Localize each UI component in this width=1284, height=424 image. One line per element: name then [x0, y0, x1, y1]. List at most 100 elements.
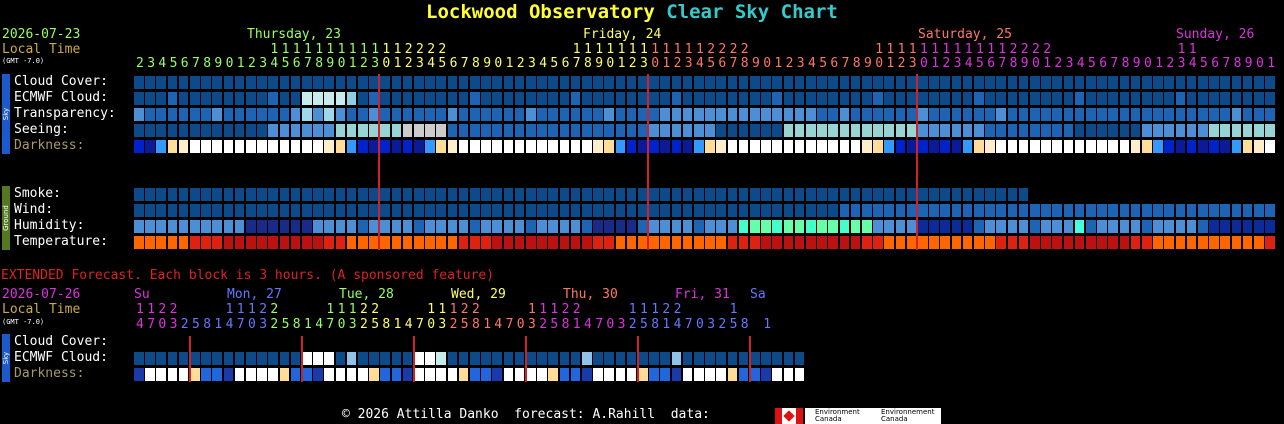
ecmwf-cloud-block	[1074, 92, 1085, 105]
seeing-block	[929, 124, 939, 137]
humidity-block	[1108, 220, 1119, 233]
smoke-block	[212, 188, 223, 201]
ext-darkness-block	[156, 368, 167, 381]
humidity-block	[649, 220, 659, 233]
hour-digit: 0	[1144, 56, 1152, 71]
hour-digit	[774, 43, 782, 57]
hour-digit: 9	[864, 56, 872, 71]
hour-digit	[1077, 43, 1085, 57]
transparency-block	[806, 108, 816, 121]
temperature-block	[1265, 236, 1275, 249]
darkness-block	[145, 140, 155, 153]
ecmwf-cloud-block	[884, 92, 895, 105]
humidity-block	[1175, 220, 1186, 233]
seeing-block	[1175, 124, 1186, 137]
humidity-block	[268, 220, 279, 233]
seeing-block	[178, 124, 189, 137]
wind-block	[974, 204, 984, 217]
ecmwf-cloud-block	[716, 92, 727, 105]
temperature-block	[402, 236, 413, 249]
humidity-block	[302, 220, 312, 233]
cloud-cover-block	[850, 76, 861, 89]
cloud-cover-block	[873, 76, 883, 89]
darkness-block	[1142, 140, 1152, 153]
humidity-block	[1164, 220, 1175, 233]
hour-digit: 7	[304, 56, 312, 71]
temperature-block	[772, 236, 783, 249]
ecmwf-cloud-block	[1063, 92, 1074, 105]
cloud-cover-block	[615, 76, 626, 89]
cloud-cover-block	[167, 76, 178, 89]
hour-digit: 1	[964, 42, 973, 57]
ecmwf-cloud-block	[201, 92, 211, 105]
temperature-block	[324, 236, 335, 249]
ext-darkness-block	[514, 368, 525, 381]
transparency-block	[1164, 108, 1175, 121]
temperature-block	[346, 236, 357, 249]
smoke-block	[671, 188, 682, 201]
wind-block	[1108, 204, 1119, 217]
transparency-block	[850, 108, 861, 121]
cloud-cover-block	[794, 76, 805, 89]
cloud-cover-block	[649, 76, 659, 89]
hour-digit: 1	[393, 56, 402, 71]
hour-digit	[1155, 43, 1163, 57]
seeing-block	[537, 124, 547, 137]
ecmwf-cloud-block	[1086, 92, 1096, 105]
darkness-block	[862, 140, 872, 153]
seeing-block	[996, 124, 1007, 137]
hour-digit: 1	[942, 42, 951, 57]
hour-digit: 1	[729, 302, 738, 317]
humidity-block	[783, 220, 794, 233]
ecmwf-cloud-block	[1164, 92, 1175, 105]
cloud-cover-block	[727, 76, 738, 89]
seeing-block	[772, 124, 783, 137]
wind-block	[559, 204, 570, 217]
cloud-cover-block	[257, 76, 267, 89]
seeing-block	[1007, 124, 1018, 137]
seeing-block	[335, 124, 346, 137]
hour-digit: 1	[539, 302, 548, 317]
ext-ecmwf-block	[346, 352, 357, 365]
ecmwf-cloud-block	[996, 92, 1007, 105]
darkness-block	[570, 140, 581, 153]
hour-digit: 8	[292, 317, 301, 332]
seeing-block	[1108, 124, 1119, 137]
cloud-cover-block	[201, 76, 211, 89]
chart-name: Clear Sky Chart	[666, 1, 838, 23]
seeing-block	[1086, 124, 1096, 137]
cloud-cover-block	[1030, 76, 1040, 89]
humidity-block	[1209, 220, 1219, 233]
seeing-block	[1164, 124, 1175, 137]
smoke-block	[794, 188, 805, 201]
ext-darkness-block	[369, 368, 379, 381]
ecmwf-cloud-block	[1242, 92, 1253, 105]
ext-darkness-block	[246, 368, 256, 381]
hour-digit: 9	[595, 56, 604, 71]
wind-block	[1164, 204, 1175, 217]
humidity-block	[234, 220, 245, 233]
hour-digit: 1	[326, 302, 335, 317]
humidity-block	[716, 220, 727, 233]
ext-ecmwf-block	[671, 352, 682, 365]
ext-ecmwf-block	[761, 352, 771, 365]
smoke-block	[548, 188, 559, 201]
temperature-block	[1063, 236, 1074, 249]
temperature-block	[716, 236, 727, 249]
ext-darkness-block	[313, 368, 323, 381]
wind-block	[234, 204, 245, 217]
darkness-block	[1086, 140, 1096, 153]
ext-ecmwf-block	[279, 352, 290, 365]
ext-ecmwf-block	[727, 352, 738, 365]
ecmwf-cloud-block	[615, 92, 626, 105]
hour-digit: 3	[1177, 56, 1186, 71]
ext-darkness-block	[727, 368, 738, 381]
hour-digit: 4	[158, 56, 167, 71]
ext-darkness-block	[526, 368, 536, 381]
hour-digit	[259, 43, 267, 57]
humidity-block	[671, 220, 682, 233]
humidity-block	[828, 220, 839, 233]
smoke-block	[660, 188, 671, 201]
hour-digit: 9	[1244, 56, 1253, 71]
temperature-block	[593, 236, 603, 249]
